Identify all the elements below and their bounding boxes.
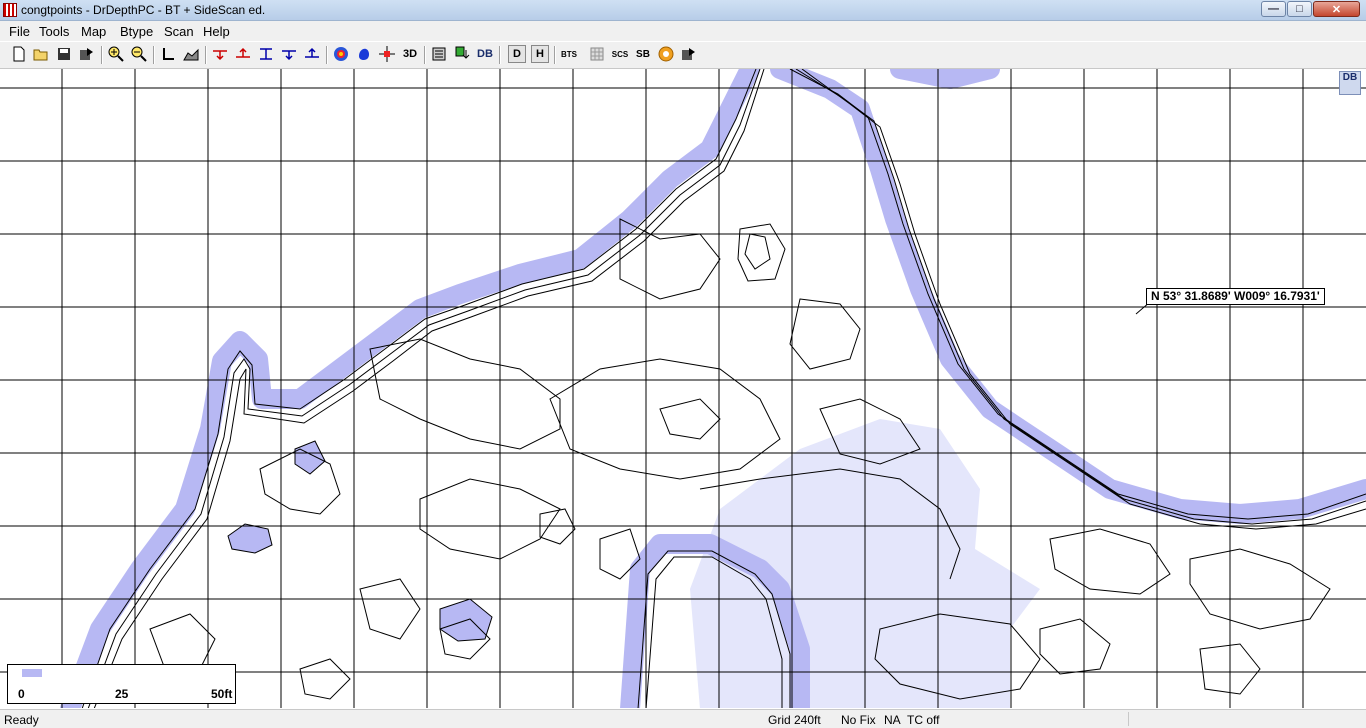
- minimize-button[interactable]: —: [1261, 1, 1286, 17]
- status-bar: Ready Grid 240ft No Fix NA TC off: [0, 709, 1366, 728]
- blob-icon[interactable]: [355, 45, 373, 63]
- scale-bar: 0 25 50ft: [7, 664, 236, 704]
- menu-bar: File Tools Map Btype Scan Help: [0, 21, 1366, 41]
- h-toggle-icon[interactable]: H: [531, 45, 549, 63]
- color-map-icon[interactable]: [332, 45, 350, 63]
- menu-btype[interactable]: Btype: [120, 24, 153, 39]
- maximize-button[interactable]: □: [1287, 1, 1312, 17]
- menu-scan[interactable]: Scan: [164, 24, 194, 39]
- title-bar: congtpoints - DrDepthPC - BT + SideScan …: [0, 0, 1366, 21]
- sb-icon[interactable]: SB: [634, 45, 652, 63]
- list-icon[interactable]: [430, 45, 448, 63]
- status-grid-size: Grid 240ft: [768, 713, 821, 727]
- status-na: NA: [884, 713, 901, 727]
- crosshair-icon[interactable]: [378, 45, 396, 63]
- settings-export-icon[interactable]: [680, 45, 698, 63]
- scale-label-50: 50ft: [211, 687, 233, 701]
- scs-icon[interactable]: SCS: [611, 45, 629, 63]
- depth-legend-swatch: [22, 669, 42, 677]
- cursor-coordinate-readout: N 53° 31.8689' W009° 16.7931': [1146, 288, 1325, 305]
- line-tool-icon[interactable]: [159, 45, 177, 63]
- area-tool-icon[interactable]: [182, 45, 200, 63]
- depth-marker-down-icon[interactable]: [211, 45, 229, 63]
- open-folder-icon[interactable]: [32, 45, 50, 63]
- export-icon[interactable]: [78, 45, 96, 63]
- app-grid-icon[interactable]: [3, 3, 17, 17]
- status-ready: Ready: [4, 713, 39, 727]
- status-panel-empty: [1128, 712, 1361, 726]
- shallow-patches: [227, 440, 493, 642]
- marker-up-blue-icon[interactable]: [303, 45, 321, 63]
- close-button[interactable]: ✕: [1313, 1, 1360, 17]
- menu-tools[interactable]: Tools: [39, 24, 69, 39]
- record-icon[interactable]: [657, 45, 675, 63]
- d-toggle-icon[interactable]: D: [508, 45, 526, 63]
- status-tc: TC off: [907, 713, 940, 727]
- waypoint-icon[interactable]: [453, 45, 471, 63]
- depth-map[interactable]: DB N 53° 31.8689' W009° 16.7931' 0 25 50…: [0, 69, 1366, 708]
- marker-down-blue-icon[interactable]: [280, 45, 298, 63]
- contour-map-canvas[interactable]: [0, 69, 1366, 708]
- drdepth-logo: DB: [1339, 71, 1361, 95]
- zoom-out-icon[interactable]: [130, 45, 148, 63]
- menu-help[interactable]: Help: [203, 24, 230, 39]
- bts-icon[interactable]: BTS: [560, 45, 578, 63]
- depth-marker-up-icon[interactable]: [234, 45, 252, 63]
- save-icon[interactable]: [55, 45, 73, 63]
- 3d-view-icon[interactable]: 3D: [401, 45, 419, 63]
- new-file-icon[interactable]: [10, 45, 28, 63]
- window-title: congtpoints - DrDepthPC - BT + SideScan …: [21, 3, 266, 17]
- toolbar: 3D DB D H BTS SCS SB: [0, 42, 1366, 69]
- scale-label-0: 0: [18, 687, 25, 701]
- zoom-in-icon[interactable]: [107, 45, 125, 63]
- menu-map[interactable]: Map: [81, 24, 106, 39]
- db-icon[interactable]: DB: [476, 45, 494, 63]
- grid-toggle-icon[interactable]: [588, 45, 606, 63]
- menu-file[interactable]: File: [9, 24, 30, 39]
- status-gps-fix: No Fix: [841, 713, 876, 727]
- scale-label-25: 25: [115, 687, 129, 701]
- depth-range-icon[interactable]: [257, 45, 275, 63]
